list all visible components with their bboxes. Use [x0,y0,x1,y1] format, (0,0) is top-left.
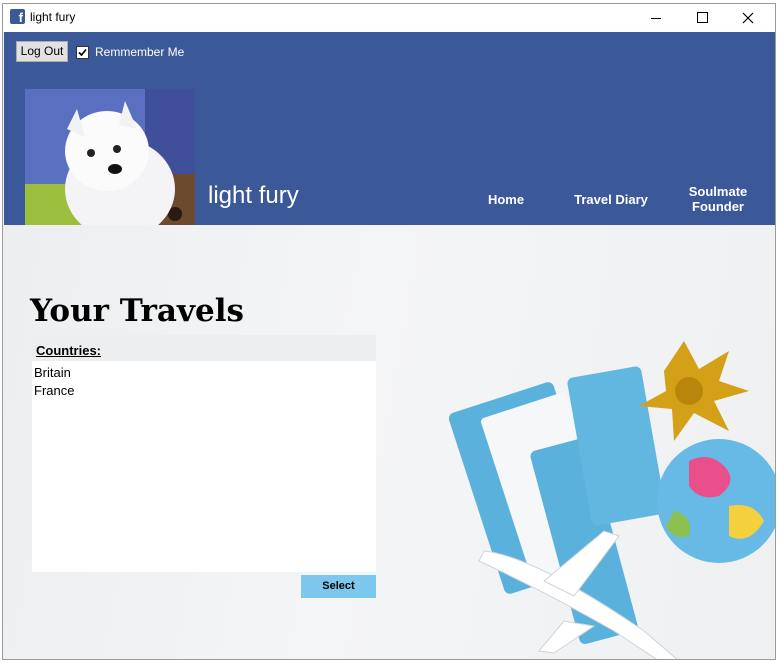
app-window: f light fury Log Out Remmember Me light … [2,3,776,660]
checkbox-checked-icon[interactable] [76,45,89,59]
remember-me-label: Remmember Me [95,45,185,59]
gift-bow-icon [639,341,749,441]
remember-me-checkbox[interactable]: Remmember Me [76,45,184,59]
list-item[interactable]: Britain [34,364,74,382]
title-bar: f light fury [3,4,775,32]
list-item[interactable]: France [34,382,74,400]
close-icon[interactable] [725,4,771,32]
nav-home[interactable]: Home [484,192,528,207]
nav-soulmate-line2: Founder [692,199,744,214]
nav-soulmate-line1: Soulmate [688,184,748,199]
logout-button[interactable]: Log Out [16,41,68,62]
maximize-icon[interactable] [679,4,725,32]
boarding-pass-icon [448,366,666,645]
nav-soulmate-founder[interactable]: Soulmate Founder [678,184,758,214]
nav-travel-diary[interactable]: Travel Diary [566,192,656,207]
page-title: Your Travels [30,293,244,329]
countries-header-label: Countries: [36,343,101,358]
brand-name: light fury [208,182,299,209]
travels-content: Your Travels Countries: Britain France S… [4,225,775,659]
countries-list-header: Countries: [32,335,376,361]
travel-decor-image [448,341,775,659]
globe-icon [657,439,775,563]
app-header: Log Out Remmember Me light fury Home Tra… [4,32,775,239]
facebook-app-icon: f [10,9,25,25]
profile-photo [25,89,195,239]
countries-list[interactable]: Countries: Britain France [32,335,376,572]
window-title: light fury [30,10,76,24]
select-button[interactable]: Select [301,575,376,598]
minimize-icon[interactable] [633,4,679,32]
